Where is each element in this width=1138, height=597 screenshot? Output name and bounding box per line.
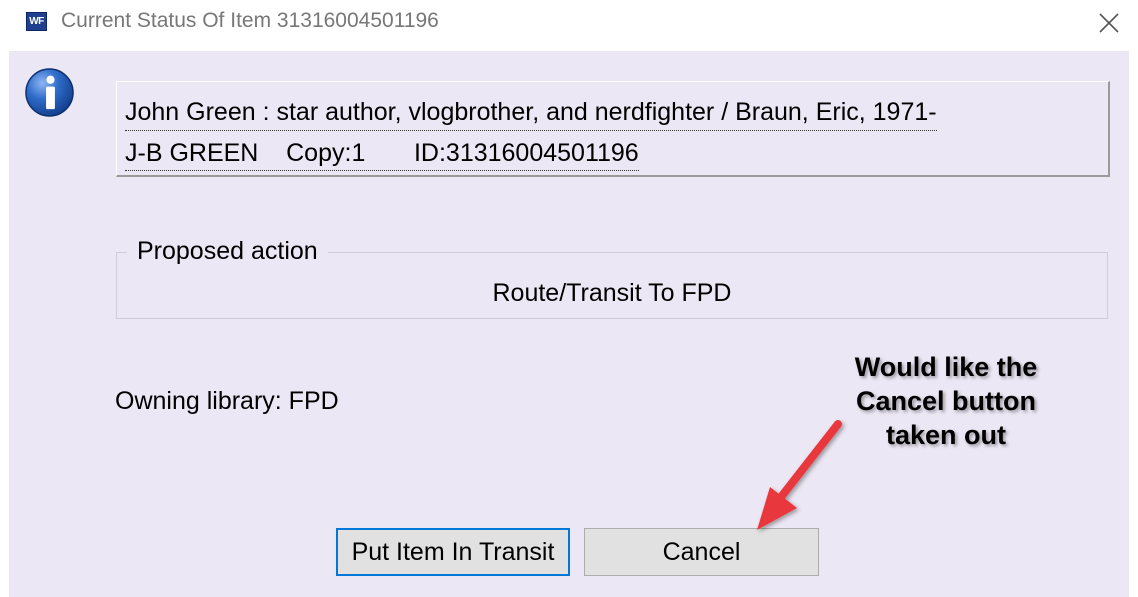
owning-library: Owning library: FPD xyxy=(115,387,339,415)
item-details: J-B GREEN Copy:1 ID:31316004501196 xyxy=(125,137,639,171)
put-item-in-transit-button[interactable]: Put Item In Transit xyxy=(336,528,570,576)
annotation-line-3: taken out xyxy=(885,420,1006,450)
window-title: Current Status Of Item 31316004501196 xyxy=(61,9,439,32)
annotation-line-2: Cancel button xyxy=(856,386,1036,416)
annotation-callout: Would like the Cancel button taken out xyxy=(816,350,1076,452)
annotation-line-1: Would like the xyxy=(854,352,1038,382)
item-info-box: John Green : star author, vlogbrother, a… xyxy=(116,81,1110,177)
app-icon-label: WF xyxy=(29,16,44,27)
close-button[interactable] xyxy=(1094,8,1124,38)
info-icon xyxy=(25,68,74,117)
title-bar: WF Current Status Of Item 31316004501196 xyxy=(0,0,1138,44)
proposed-action-value: Route/Transit To FPD xyxy=(492,279,732,307)
dialog-body: John Green : star author, vlogbrother, a… xyxy=(9,51,1129,597)
item-title: John Green : star author, vlogbrother, a… xyxy=(125,96,937,131)
app-icon: WF xyxy=(26,12,47,31)
cancel-button[interactable]: Cancel xyxy=(584,528,819,576)
proposed-action-label: Proposed action xyxy=(127,237,328,266)
close-icon xyxy=(1099,13,1119,33)
proposed-action-group: Proposed action Route/Transit To FPD xyxy=(116,237,1108,319)
